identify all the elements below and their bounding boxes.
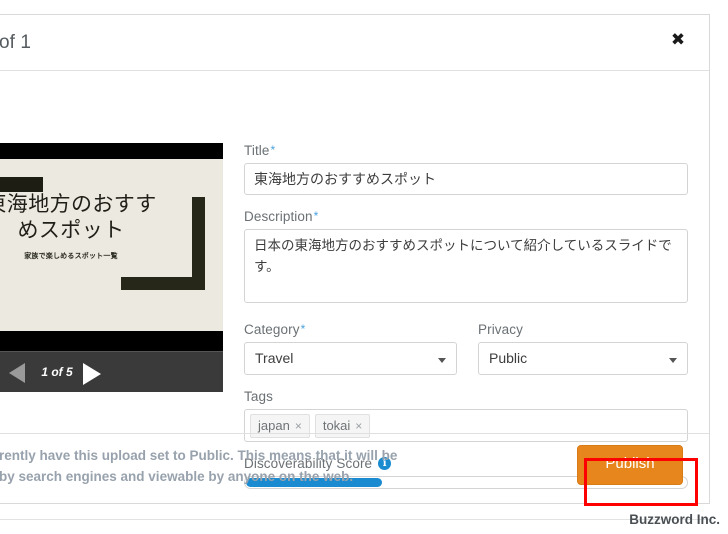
tag-remove-icon[interactable]: × bbox=[355, 419, 362, 433]
triangle-right-icon[interactable] bbox=[83, 363, 101, 385]
slide-frame[interactable]: 東海地方のおすす めスポット 家族で楽しめるスポット一覧 bbox=[0, 143, 223, 351]
privacy-note-line1: rently have this upload set to Public. T… bbox=[0, 448, 398, 463]
slide-counter: 1 of 5 bbox=[41, 365, 73, 379]
chevron-down-icon bbox=[669, 358, 677, 363]
description-label: Description* bbox=[244, 209, 688, 224]
category-label: Category* bbox=[244, 322, 457, 337]
slide-canvas: 東海地方のおすす めスポット 家族で楽しめるスポット一覧 bbox=[0, 159, 223, 331]
close-icon[interactable]: ✖ bbox=[667, 29, 689, 51]
slide-navigation-bar: 1 of 5 bbox=[0, 351, 223, 392]
brand-label: Buzzword Inc. bbox=[629, 512, 720, 527]
description-label-text: Description bbox=[244, 209, 313, 224]
upload-details-dialog: of 1 ✖ 東海地方のおすす めスポット 家族で楽しめるスポット一覧 1 of … bbox=[0, 14, 710, 504]
tag-label: japan bbox=[258, 418, 290, 433]
required-marker: * bbox=[300, 322, 306, 336]
tag-label: tokai bbox=[322, 418, 351, 433]
tags-label-text: Tags bbox=[244, 389, 273, 404]
description-textarea[interactable]: 日本の東海地方のおすすめスポットについて紹介しているスライドです。 bbox=[244, 229, 688, 303]
privacy-note: rently have this upload set to Public. T… bbox=[0, 445, 479, 487]
category-selected-value: Travel bbox=[255, 350, 294, 366]
tag-remove-icon[interactable]: × bbox=[295, 419, 302, 433]
title-label-text: Title bbox=[244, 143, 270, 158]
privacy-note-line2: by search engines and viewable by anyone… bbox=[0, 469, 354, 484]
publish-button[interactable]: Publish bbox=[577, 445, 683, 485]
screenshot-root: Buzzword Inc. of 1 ✖ 東海地方のおすす めスポット 家族で楽し… bbox=[0, 0, 728, 534]
required-marker: * bbox=[313, 209, 319, 223]
dialog-footer: rently have this upload set to Public. T… bbox=[0, 433, 709, 503]
dialog-body: 東海地方のおすす めスポット 家族で楽しめるスポット一覧 1 of 5 Title… bbox=[0, 71, 709, 489]
slide-title-text: 東海地方のおすす めスポット bbox=[0, 192, 157, 242]
privacy-select[interactable]: Public bbox=[478, 342, 688, 375]
privacy-label-text: Privacy bbox=[478, 322, 523, 337]
slide-subtitle-text: 家族で楽しめるスポット一覧 bbox=[24, 252, 118, 260]
privacy-label: Privacy bbox=[478, 322, 688, 337]
category-label-text: Category bbox=[244, 322, 300, 337]
page-divider bbox=[0, 519, 710, 520]
dialog-title: of 1 bbox=[0, 32, 32, 53]
privacy-field: Privacy Public bbox=[478, 322, 688, 375]
triangle-left-icon[interactable] bbox=[9, 363, 25, 383]
decorative-bar-icon bbox=[0, 177, 43, 192]
dialog-header: of 1 ✖ bbox=[0, 15, 709, 71]
title-input[interactable] bbox=[244, 163, 688, 195]
title-label: Title* bbox=[244, 143, 688, 158]
required-marker: * bbox=[270, 143, 276, 157]
category-privacy-row: Category* Travel Privacy Public bbox=[244, 322, 688, 375]
chevron-down-icon bbox=[438, 358, 446, 363]
privacy-selected-value: Public bbox=[489, 350, 528, 366]
category-field: Category* Travel bbox=[244, 322, 457, 375]
category-select[interactable]: Travel bbox=[244, 342, 457, 375]
slide-preview: 東海地方のおすす めスポット 家族で楽しめるスポット一覧 1 of 5 bbox=[0, 143, 223, 392]
tags-label: Tags bbox=[244, 389, 688, 404]
